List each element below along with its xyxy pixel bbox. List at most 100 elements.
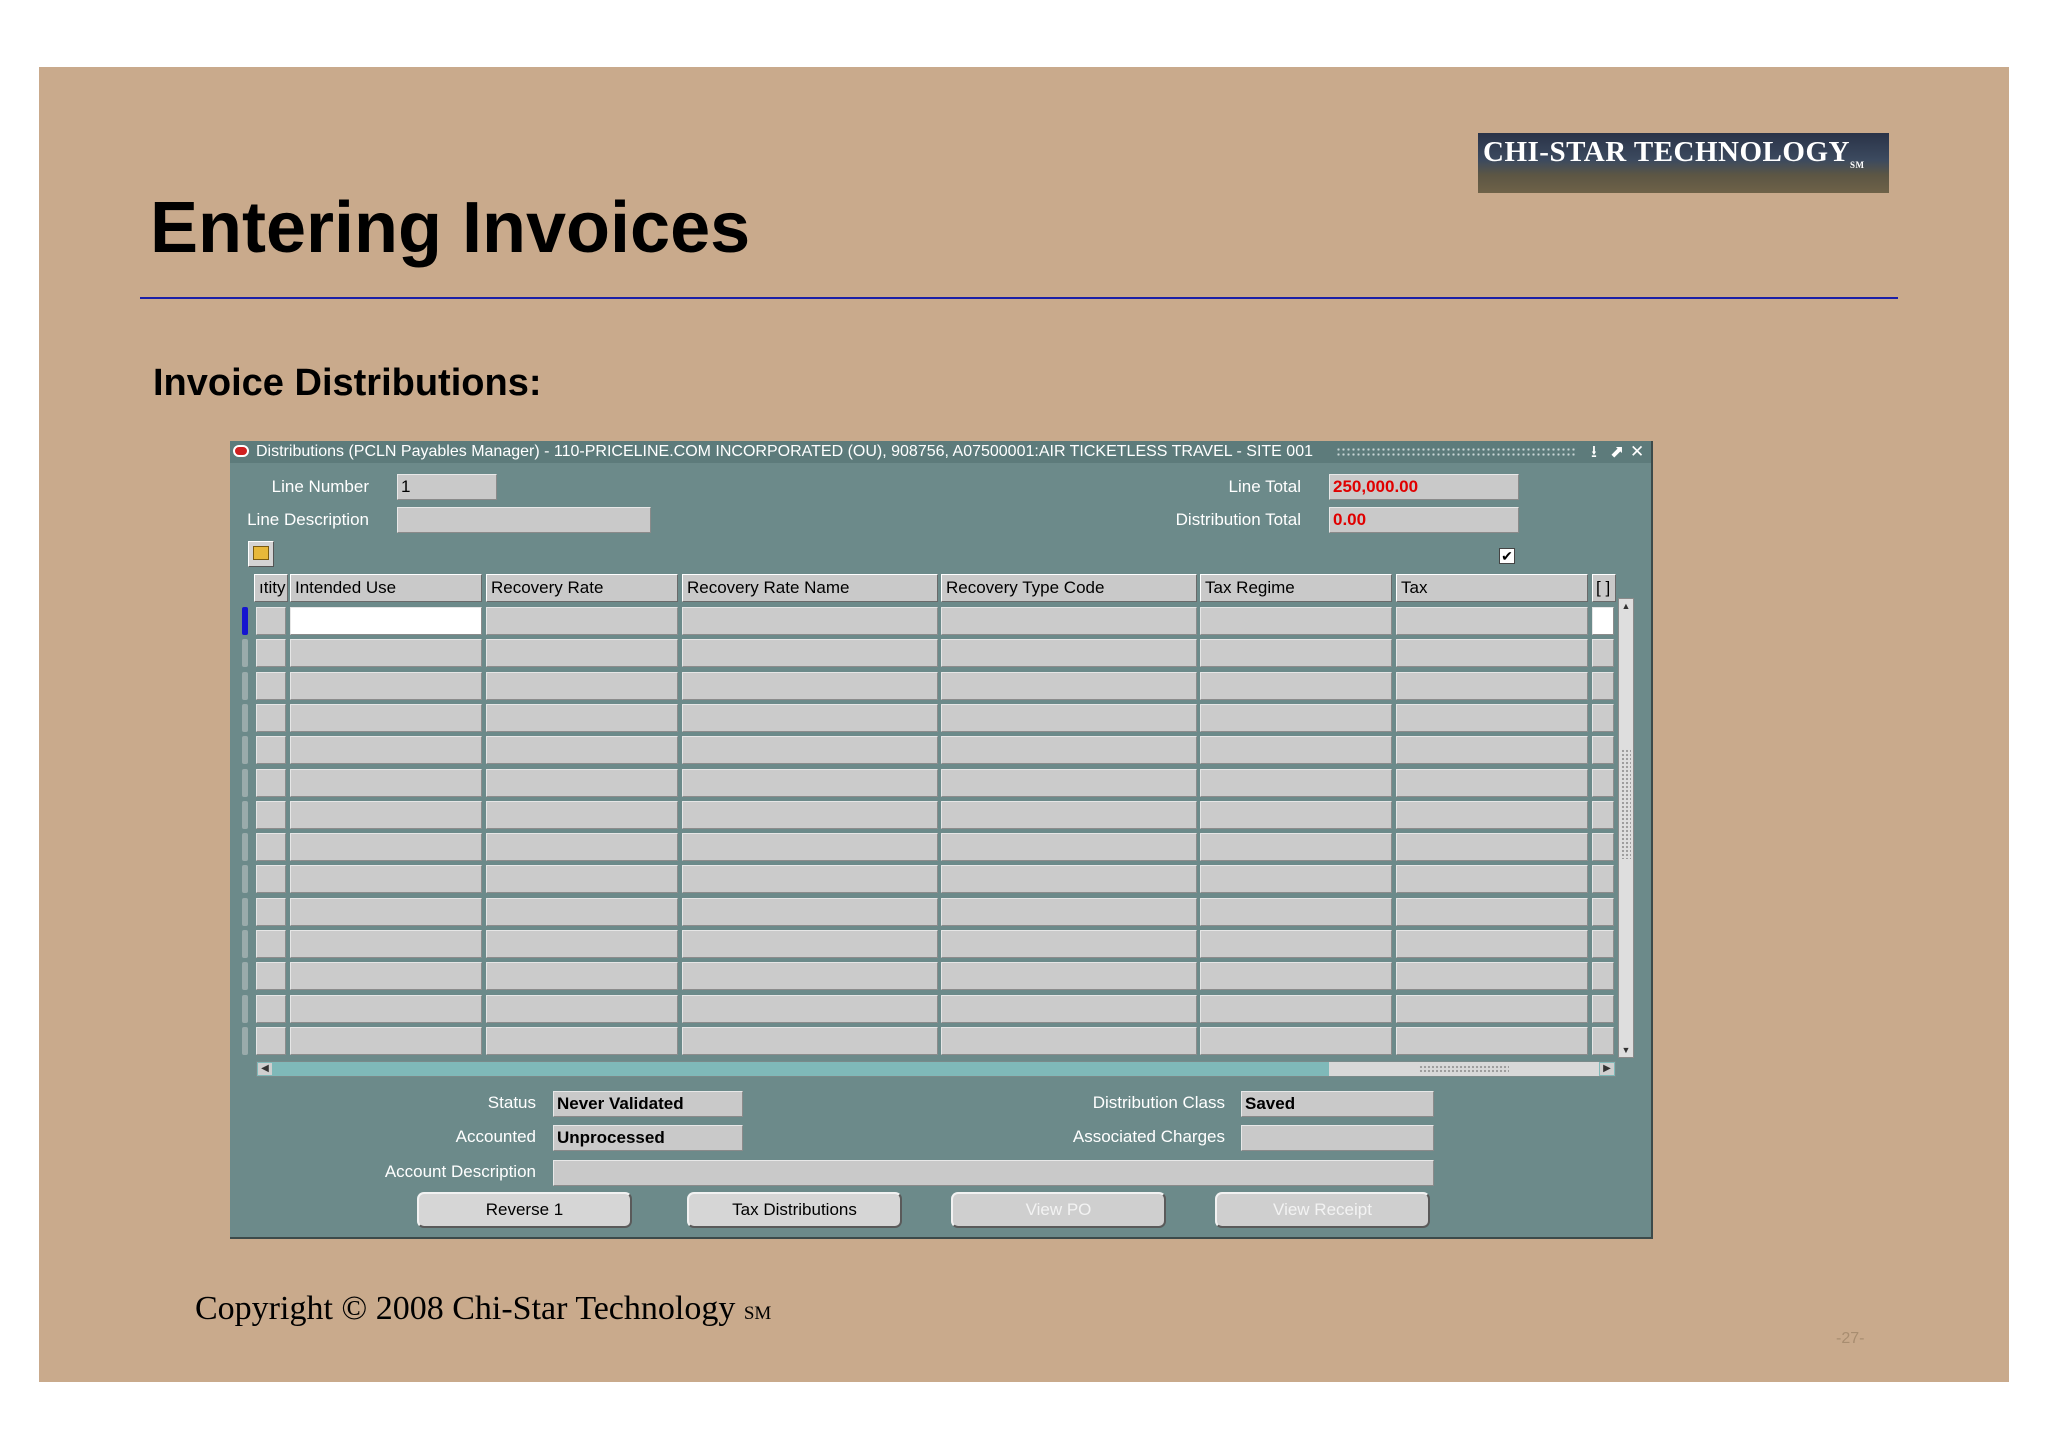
cell-tax[interactable] bbox=[1396, 930, 1588, 958]
cell-tax[interactable] bbox=[1396, 1026, 1588, 1055]
table-row[interactable] bbox=[230, 671, 1653, 700]
cell-tax[interactable] bbox=[1396, 994, 1588, 1023]
cell-tax[interactable] bbox=[1396, 607, 1588, 635]
view-po-button[interactable]: View PO bbox=[951, 1192, 1166, 1228]
cell-recovery-type-code[interactable] bbox=[941, 736, 1197, 765]
cell-intended-use[interactable] bbox=[290, 800, 482, 829]
record-indicator[interactable] bbox=[242, 930, 248, 958]
cell-recovery-rate-name[interactable] bbox=[682, 994, 938, 1023]
column-header-quantity[interactable]: ıtity bbox=[254, 574, 288, 602]
line-number-field[interactable]: 1 bbox=[397, 474, 497, 500]
cell-quantity[interactable] bbox=[256, 736, 286, 765]
cell-tax-regime[interactable] bbox=[1200, 930, 1392, 958]
cell-flex-field[interactable] bbox=[1592, 703, 1614, 732]
horizontal-scroll-thumb[interactable] bbox=[1329, 1062, 1599, 1076]
cell-intended-use[interactable] bbox=[290, 897, 482, 926]
cell-intended-use[interactable] bbox=[290, 607, 482, 635]
cell-recovery-rate[interactable] bbox=[486, 930, 678, 958]
cell-intended-use[interactable] bbox=[290, 671, 482, 700]
table-row[interactable] bbox=[230, 994, 1653, 1023]
table-row[interactable] bbox=[230, 865, 1653, 894]
record-indicator[interactable] bbox=[242, 865, 248, 894]
horizontal-scrollbar[interactable]: ◀ ▶ bbox=[256, 1061, 1616, 1077]
scroll-up-icon[interactable]: ▲ bbox=[1620, 600, 1632, 612]
cell-tax[interactable] bbox=[1396, 703, 1588, 732]
table-row[interactable] bbox=[230, 897, 1653, 926]
cell-tax[interactable] bbox=[1396, 639, 1588, 668]
cell-recovery-type-code[interactable] bbox=[941, 897, 1197, 926]
cell-flex-field[interactable] bbox=[1592, 897, 1614, 926]
maximize-icon[interactable]: ⬈ bbox=[1610, 441, 1624, 463]
cell-recovery-rate[interactable] bbox=[486, 671, 678, 700]
record-indicator[interactable] bbox=[242, 639, 248, 668]
column-header-recovery-rate-name[interactable]: Recovery Rate Name bbox=[682, 574, 938, 602]
table-row[interactable] bbox=[230, 800, 1653, 829]
cell-quantity[interactable] bbox=[256, 833, 286, 862]
record-indicator[interactable] bbox=[242, 768, 248, 797]
cell-tax-regime[interactable] bbox=[1200, 768, 1392, 797]
cell-flex-field[interactable] bbox=[1592, 962, 1614, 991]
scroll-left-icon[interactable]: ◀ bbox=[258, 1063, 272, 1075]
cell-recovery-type-code[interactable] bbox=[941, 607, 1197, 635]
cell-intended-use[interactable] bbox=[290, 736, 482, 765]
cell-tax-regime[interactable] bbox=[1200, 703, 1392, 732]
cell-tax-regime[interactable] bbox=[1200, 800, 1392, 829]
cell-recovery-rate-name[interactable] bbox=[682, 897, 938, 926]
record-indicator[interactable] bbox=[242, 897, 248, 926]
cell-recovery-rate-name[interactable] bbox=[682, 1026, 938, 1055]
cell-recovery-rate-name[interactable] bbox=[682, 607, 938, 635]
cell-tax[interactable] bbox=[1396, 833, 1588, 862]
cell-recovery-type-code[interactable] bbox=[941, 962, 1197, 991]
cell-recovery-rate-name[interactable] bbox=[682, 768, 938, 797]
distribution-class-field[interactable]: Saved bbox=[1241, 1091, 1434, 1117]
cell-quantity[interactable] bbox=[256, 994, 286, 1023]
cell-quantity[interactable] bbox=[256, 962, 286, 991]
cell-quantity[interactable] bbox=[256, 930, 286, 958]
cell-recovery-rate-name[interactable] bbox=[682, 800, 938, 829]
cell-flex-field[interactable] bbox=[1592, 671, 1614, 700]
column-header-intended-use[interactable]: Intended Use bbox=[290, 574, 482, 602]
column-header-recovery-rate[interactable]: Recovery Rate bbox=[486, 574, 678, 602]
cell-recovery-rate[interactable] bbox=[486, 962, 678, 991]
cell-flex-field[interactable] bbox=[1592, 768, 1614, 797]
cell-recovery-rate-name[interactable] bbox=[682, 930, 938, 958]
status-field[interactable]: Never Validated bbox=[553, 1091, 743, 1117]
cell-recovery-type-code[interactable] bbox=[941, 833, 1197, 862]
cell-intended-use[interactable] bbox=[290, 865, 482, 894]
cell-recovery-rate[interactable] bbox=[486, 994, 678, 1023]
cell-recovery-type-code[interactable] bbox=[941, 930, 1197, 958]
cell-tax[interactable] bbox=[1396, 736, 1588, 765]
scroll-down-icon[interactable]: ▼ bbox=[1620, 1044, 1632, 1056]
record-indicator[interactable] bbox=[242, 607, 248, 635]
close-icon[interactable]: ✕ bbox=[1630, 441, 1644, 463]
cell-recovery-type-code[interactable] bbox=[941, 768, 1197, 797]
cell-recovery-rate[interactable] bbox=[486, 736, 678, 765]
minimize-icon[interactable]: ⭳ bbox=[1591, 441, 1597, 463]
cell-tax-regime[interactable] bbox=[1200, 639, 1392, 668]
record-indicator[interactable] bbox=[242, 1026, 248, 1055]
cell-tax[interactable] bbox=[1396, 897, 1588, 926]
cell-recovery-rate[interactable] bbox=[486, 703, 678, 732]
cell-recovery-type-code[interactable] bbox=[941, 639, 1197, 668]
cell-tax[interactable] bbox=[1396, 962, 1588, 991]
cell-recovery-rate[interactable] bbox=[486, 833, 678, 862]
column-header-tax[interactable]: Tax bbox=[1396, 574, 1588, 602]
cell-tax-regime[interactable] bbox=[1200, 962, 1392, 991]
distribution-checkbox[interactable]: ✔ bbox=[1499, 548, 1515, 564]
column-header-recovery-type-code[interactable]: Recovery Type Code bbox=[941, 574, 1197, 602]
cell-tax-regime[interactable] bbox=[1200, 607, 1392, 635]
record-indicator[interactable] bbox=[242, 736, 248, 765]
cell-quantity[interactable] bbox=[256, 1026, 286, 1055]
cell-recovery-type-code[interactable] bbox=[941, 994, 1197, 1023]
view-receipt-button[interactable]: View Receipt bbox=[1215, 1192, 1430, 1228]
cell-quantity[interactable] bbox=[256, 800, 286, 829]
cell-quantity[interactable] bbox=[256, 639, 286, 668]
cell-quantity[interactable] bbox=[256, 768, 286, 797]
record-indicator[interactable] bbox=[242, 671, 248, 700]
cell-tax-regime[interactable] bbox=[1200, 897, 1392, 926]
cell-recovery-type-code[interactable] bbox=[941, 800, 1197, 829]
record-indicator[interactable] bbox=[242, 962, 248, 991]
cell-recovery-rate-name[interactable] bbox=[682, 833, 938, 862]
table-row[interactable] bbox=[230, 930, 1653, 958]
cell-intended-use[interactable] bbox=[290, 930, 482, 958]
